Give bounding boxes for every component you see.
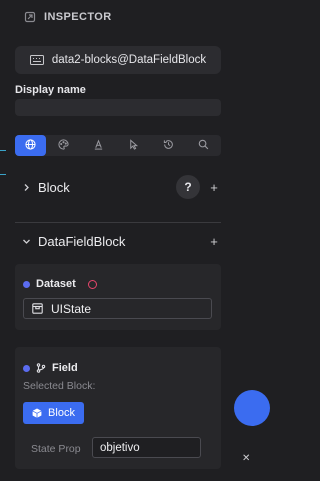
tab-text[interactable] [81, 135, 116, 156]
tab-globe[interactable] [15, 135, 46, 156]
section-datafieldblock-title: DataFieldBlock [38, 234, 126, 249]
edge-connector-line [0, 150, 6, 151]
dataset-title: Dataset [36, 278, 76, 290]
dataset-title-row: Dataset [23, 278, 97, 290]
section-block-header[interactable]: Block ? + [22, 175, 220, 199]
state-prop-label: State Prop [31, 443, 81, 455]
panel-icon [24, 11, 36, 23]
help-button[interactable]: ? [176, 175, 200, 199]
floating-action-button[interactable] [234, 390, 270, 426]
display-name-label: Display name [15, 84, 86, 96]
display-name-input[interactable] [15, 99, 221, 116]
text-icon [93, 137, 104, 155]
state-prop-input[interactable] [92, 437, 201, 458]
inspector-panel: INSPECTOR data2-blocks@DataFieldBlock Di… [0, 0, 270, 481]
tab-history[interactable] [151, 135, 186, 156]
inspector-title: INSPECTOR [44, 11, 112, 23]
add-block-button[interactable]: + [208, 180, 220, 195]
keyboard-icon [29, 55, 44, 65]
globe-icon [25, 137, 36, 155]
dataset-icon [32, 303, 43, 314]
block-button[interactable]: Block [23, 402, 84, 424]
corner-resize-icon[interactable]: ✕ [242, 453, 250, 464]
history-icon [163, 137, 174, 155]
inspector-header: INSPECTOR [24, 11, 112, 23]
section-block-title: Block [38, 179, 70, 195]
dataset-value: UIState [51, 301, 92, 316]
chevron-right-icon [22, 183, 31, 192]
chevron-down-icon [22, 237, 31, 246]
palette-icon [58, 137, 69, 155]
field-card: Field Selected Block: Block State Prop [15, 347, 221, 469]
component-badge[interactable]: data2-blocks@DataFieldBlock [15, 46, 221, 74]
field-title: Field [52, 362, 78, 374]
dataset-status-dot [23, 280, 30, 288]
cube-icon [32, 408, 42, 418]
section-datafieldblock-header[interactable]: DataFieldBlock + [22, 234, 220, 249]
tab-style[interactable] [46, 135, 81, 156]
add-datafieldblock-button[interactable]: + [208, 234, 220, 249]
dataset-select[interactable]: UIState [23, 298, 212, 319]
component-name: data2-blocks@DataFieldBlock [51, 54, 207, 66]
tab-search[interactable] [186, 135, 221, 156]
dataset-card: Dataset UIState [15, 264, 221, 330]
edge-connector-line [0, 174, 6, 175]
field-title-row: Field [23, 362, 78, 374]
pointer-icon [128, 137, 139, 155]
section-divider [15, 222, 221, 223]
inspector-tabs [15, 135, 221, 156]
field-status-dot [23, 364, 30, 372]
block-button-label: Block [48, 407, 75, 419]
selected-block-label: Selected Block: [23, 380, 96, 392]
tab-events[interactable] [116, 135, 151, 156]
search-icon [198, 137, 209, 155]
binding-ring-icon[interactable] [87, 279, 97, 289]
branch-icon [36, 363, 46, 373]
